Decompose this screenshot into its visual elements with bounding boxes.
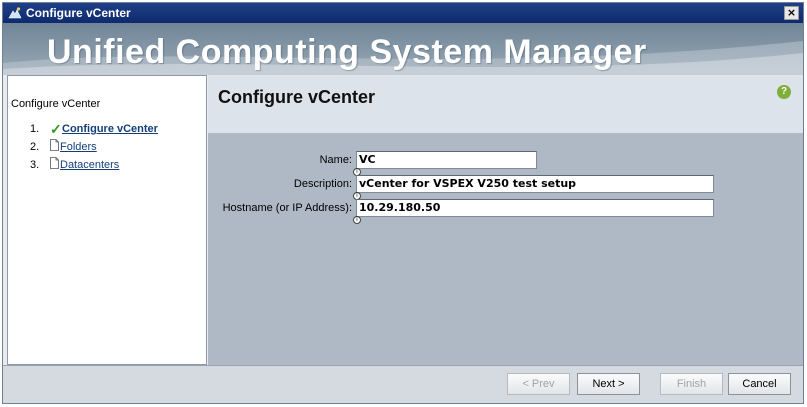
content-header: Configure vCenter ? (208, 75, 803, 133)
description-label: Description: (293, 178, 352, 190)
description-field[interactable]: vCenter for VSPEX V250 test setup (356, 175, 714, 193)
form-area: Name: VC i Description: vCenter for VSPE… (208, 133, 803, 365)
step-link-configure-vcenter[interactable]: Configure vCenter (62, 123, 158, 135)
hostname-label: Hostname (or IP Address): (222, 202, 352, 214)
finish-button[interactable]: Finish (660, 373, 723, 395)
steps-panel-title: Configure vCenter (11, 98, 101, 110)
name-label: Name: (319, 154, 352, 166)
banner-title: Unified Computing System Manager (47, 33, 647, 71)
step-link-datacenters[interactable]: Datacenters (60, 159, 119, 171)
step-folders[interactable]: 2. Folders (30, 138, 97, 156)
step-link-folders[interactable]: Folders (60, 141, 97, 153)
page-icon (50, 139, 59, 151)
next-button[interactable]: Next > (577, 373, 640, 395)
title-bar[interactable]: Configure vCenter × (3, 3, 803, 23)
wizard-footer: < Prev Next > Finish Cancel (3, 365, 803, 403)
hostname-info-icon[interactable]: i (353, 216, 361, 224)
close-button[interactable]: × (784, 6, 799, 20)
step-number: 3. (30, 159, 40, 171)
prev-button[interactable]: < Prev (507, 373, 570, 395)
checkmark-icon: ✓ (50, 120, 62, 137)
step-number: 2. (30, 141, 40, 153)
window-title: Configure vCenter (26, 6, 131, 20)
page-title: Configure vCenter (218, 87, 376, 107)
hostname-row: Hostname (or IP Address): 10.29.180.50 (208, 199, 714, 217)
step-configure-vcenter[interactable]: 1. ✓ Configure vCenter (30, 120, 158, 138)
step-datacenters[interactable]: 3. Datacenters (30, 156, 119, 174)
name-field[interactable]: VC (356, 151, 537, 169)
banner: Unified Computing System Manager (3, 23, 803, 75)
description-row: Description: vCenter for VSPEX V250 test… (208, 175, 714, 193)
help-icon[interactable]: ? (777, 85, 791, 99)
configure-vcenter-dialog: Configure vCenter × Unified Computing Sy… (2, 2, 804, 404)
app-icon (8, 7, 22, 19)
hostname-field[interactable]: 10.29.180.50 (356, 199, 714, 217)
page-icon (50, 157, 59, 169)
cancel-button[interactable]: Cancel (728, 373, 791, 395)
name-row: Name: VC (208, 151, 537, 169)
step-number: 1. (30, 123, 40, 135)
wizard-steps-panel: Configure vCenter 1. ✓ Configure vCenter… (7, 75, 207, 365)
